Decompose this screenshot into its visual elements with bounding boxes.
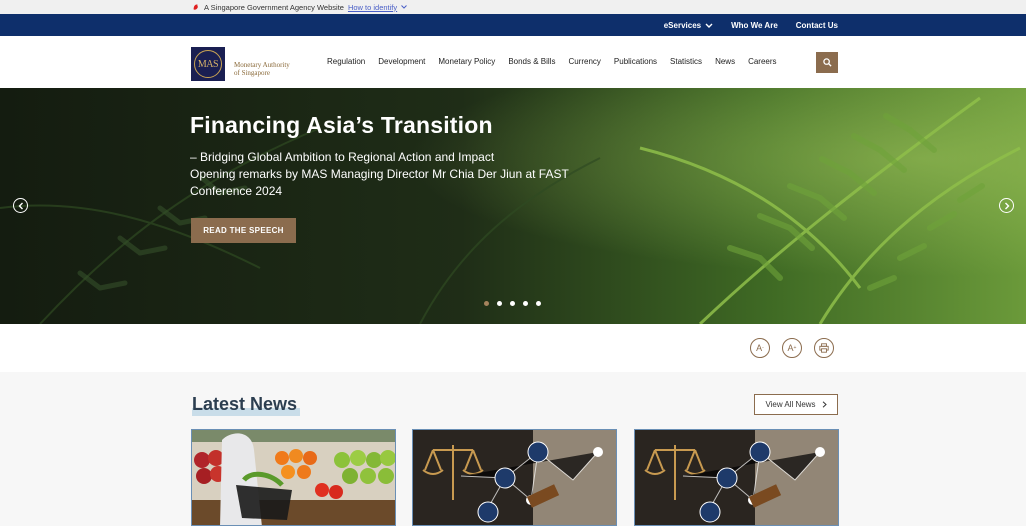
- how-to-identify-link[interactable]: How to identify: [348, 3, 397, 12]
- search-icon: [822, 58, 832, 67]
- nav-item-development[interactable]: Development: [378, 57, 425, 66]
- contact-us-link[interactable]: Contact Us: [796, 21, 838, 30]
- grocery-photo: [192, 430, 395, 525]
- nav-item-careers[interactable]: Careers: [748, 57, 776, 66]
- nav-item-currency[interactable]: Currency: [568, 57, 600, 66]
- page: A Singapore Government Agency Website Ho…: [0, 0, 1026, 526]
- news-card-image-legal[interactable]: [634, 429, 839, 526]
- news-card-image-grocery[interactable]: [191, 429, 396, 526]
- gov-banner: A Singapore Government Agency Website Ho…: [0, 0, 1026, 14]
- nav-item-news[interactable]: News: [715, 57, 735, 66]
- carousel-dot[interactable]: [523, 301, 528, 306]
- chevron-down-icon: [705, 23, 713, 28]
- legal-technology-photo: [635, 430, 838, 525]
- chevron-right-icon: [1004, 202, 1009, 209]
- nav-item-regulation[interactable]: Regulation: [327, 57, 365, 66]
- carousel-next-button[interactable]: [999, 198, 1014, 213]
- carousel-prev-button[interactable]: [13, 198, 28, 213]
- eservices-menu[interactable]: eServices: [664, 21, 713, 30]
- print-icon: [819, 343, 829, 353]
- main-nav: Regulation Development Monetary Policy B…: [327, 57, 777, 66]
- decrease-font-button[interactable]: A-: [750, 338, 770, 358]
- chevron-right-icon: [822, 401, 827, 408]
- nav-item-bonds-bills[interactable]: Bonds & Bills: [508, 57, 555, 66]
- nav-item-statistics[interactable]: Statistics: [670, 57, 702, 66]
- merlion-icon: [193, 4, 198, 10]
- who-we-are-link[interactable]: Who We Are: [731, 21, 778, 30]
- logo-mark: MAS: [194, 50, 222, 78]
- eservices-label: eServices: [663, 20, 702, 30]
- print-button[interactable]: [814, 338, 834, 358]
- news-card-image-legal[interactable]: [412, 429, 617, 526]
- gov-banner-text: A Singapore Government Agency Website: [204, 2, 344, 12]
- latest-news-section: Latest News View All News: [0, 372, 1026, 526]
- increase-font-button[interactable]: A +: [782, 338, 802, 358]
- hero-subtitle-line-1: – Bridging Global Ambition to Regional A…: [190, 150, 495, 164]
- hero-background-image: [0, 88, 1026, 324]
- legal-technology-photo: [413, 430, 616, 525]
- carousel-dot[interactable]: [510, 301, 515, 306]
- latest-news-title: Latest News: [192, 394, 298, 414]
- page-tools: A- A +: [750, 338, 834, 358]
- read-the-speech-button[interactable]: READ THE SPEECH: [191, 218, 296, 243]
- hero-title: Financing Asia’s Transition: [190, 112, 493, 138]
- carousel-dot[interactable]: [497, 301, 502, 306]
- chevron-down-icon[interactable]: [401, 5, 408, 9]
- nav-item-publications[interactable]: Publications: [614, 57, 657, 66]
- search-button[interactable]: [816, 52, 838, 73]
- utility-bar: eServices Who We Are Contact Us: [0, 14, 1026, 36]
- logo-line-2: of Singapore: [234, 69, 270, 77]
- logo-text[interactable]: Monetary Authority of Singapore: [234, 61, 290, 77]
- logo-line-1: Monetary Authority: [234, 61, 290, 69]
- chevron-left-icon: [18, 202, 23, 209]
- view-all-news-label: View All News: [765, 400, 816, 409]
- view-all-news-button[interactable]: View All News: [754, 394, 838, 415]
- hero-subtitle-line-2: Opening remarks by MAS Managing Director…: [190, 167, 569, 198]
- carousel-dot[interactable]: [536, 301, 541, 306]
- nav-item-monetary-policy[interactable]: Monetary Policy: [438, 57, 495, 66]
- site-header: MAS Monetary Authority of Singapore Regu…: [0, 36, 1026, 88]
- hero-carousel: Financing Asia’s Transition – Bridging G…: [0, 88, 1026, 324]
- carousel-dots: [484, 301, 541, 306]
- hero-subtitle: – Bridging Global Ambition to Regional A…: [190, 149, 590, 200]
- carousel-dot[interactable]: [484, 301, 489, 306]
- mas-logo[interactable]: MAS: [191, 47, 225, 81]
